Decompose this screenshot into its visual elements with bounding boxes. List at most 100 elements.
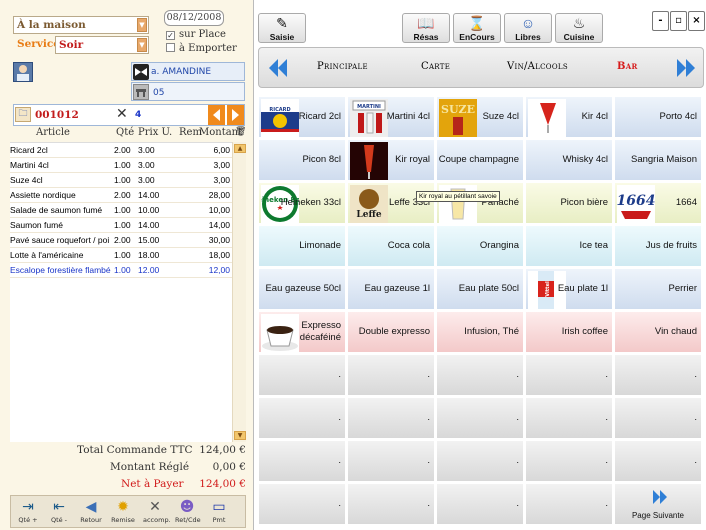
product-button[interactable]: Ice tea — [525, 225, 613, 267]
product-button[interactable]: RICARD Ricard 2cl — [258, 96, 346, 138]
empty-product-slot[interactable]: . — [347, 440, 435, 482]
product-button[interactable]: Kir royal — [347, 139, 435, 181]
table-row[interactable]: Escalope forestière flambé 1.00 12.00 12,00 — [10, 263, 232, 278]
empty-product-slot[interactable]: . — [525, 483, 613, 525]
cuisine-button[interactable]: ♨ Cuisine — [555, 13, 603, 43]
empty-product-slot[interactable]: . — [258, 354, 346, 396]
side-dish-button[interactable]: ✕ accomp. — [143, 498, 171, 527]
product-button[interactable]: Double expresso — [347, 311, 435, 353]
empty-product-slot[interactable]: . — [258, 440, 346, 482]
tab-carte[interactable]: Carte — [421, 61, 450, 72]
waiter-field[interactable]: a. AMANDINE — [131, 62, 245, 81]
table-row[interactable]: Lotte à l'américaine 1.00 18.00 18,00 — [10, 248, 232, 263]
product-button[interactable]: Irish coffee — [525, 311, 613, 353]
order-table-scrollbar[interactable]: ▲ ▼ — [232, 142, 246, 442]
row-amount: 18,00 — [208, 250, 230, 260]
table-row[interactable]: Saumon fumé 1.00 14.00 14,00 — [10, 218, 232, 233]
previous-order-button[interactable] — [208, 105, 225, 125]
libres-button[interactable]: ☺ Libres — [504, 13, 552, 43]
table-field[interactable]: 05 — [131, 82, 245, 101]
empty-product-slot[interactable]: . — [347, 483, 435, 525]
product-button[interactable]: Whisky 4cl — [525, 139, 613, 181]
table-row[interactable]: Salade de saumon fumé 1.00 10.00 10,00 — [10, 203, 232, 218]
date-field[interactable]: 08/12/2008 — [164, 10, 224, 26]
empty-product-slot[interactable]: . — [347, 354, 435, 396]
product-button[interactable]: Eau gazeuse 1l — [347, 268, 435, 310]
product-button[interactable]: Leffe Leffe 33cl — [347, 182, 435, 224]
product-button[interactable]: Jus de fruits — [614, 225, 702, 267]
qty-plus-button[interactable]: ⇥ Qté + — [16, 498, 40, 527]
empty-product-slot[interactable]: . — [436, 354, 524, 396]
product-button[interactable]: MARTINI Martini 4cl — [347, 96, 435, 138]
product-button[interactable]: Orangina — [436, 225, 524, 267]
empty-product-slot[interactable]: . — [525, 440, 613, 482]
trash-icon[interactable]: 🗑 — [235, 127, 246, 137]
empty-product-slot[interactable]: . — [258, 397, 346, 439]
table-row[interactable]: Assiette nordique 2.00 14.00 28,00 — [10, 188, 232, 203]
maximize-button[interactable]: ▫ — [670, 11, 687, 31]
encours-button[interactable]: ⌛ EnCours — [453, 13, 501, 43]
product-button[interactable]: Picon 8cl — [258, 139, 346, 181]
product-button[interactable]: Kir 4cl — [525, 96, 613, 138]
table-row[interactable]: Suze 4cl 1.00 3.00 3,00 — [10, 173, 232, 188]
client-avatar-icon[interactable] — [13, 62, 33, 82]
return-button[interactable]: ◀ Retour — [79, 498, 103, 527]
return-order-button[interactable]: ☻ Ret/Cde — [175, 498, 201, 527]
empty-product-slot[interactable]: . — [525, 397, 613, 439]
product-button[interactable]: Coca cola — [347, 225, 435, 267]
close-button[interactable]: × — [688, 11, 705, 31]
product-button[interactable]: Porto 4cl — [614, 96, 702, 138]
saisie-button[interactable]: ✎ Saisie — [258, 13, 306, 43]
empty-product-slot[interactable]: . — [614, 354, 702, 396]
tab-bar[interactable]: Bar — [617, 61, 638, 72]
empty-product-slot[interactable]: . — [258, 483, 346, 525]
chevron-down-icon[interactable]: ▼ — [137, 18, 147, 32]
sur-place-checkbox[interactable]: ✓ sur Place — [166, 29, 226, 40]
tab-principale[interactable]: Principale — [317, 61, 368, 72]
product-button[interactable]: Picon bière — [525, 182, 613, 224]
product-button[interactable]: Expresso décaféiné — [258, 311, 346, 353]
service-select[interactable]: Soir ▼ — [55, 36, 149, 54]
empty-product-slot[interactable]: . — [614, 397, 702, 439]
product-button[interactable]: 1664 1664 — [614, 182, 702, 224]
product-grid: RICARD Ricard 2cl MARTINI Martini 4cl SUZE Su… — [258, 96, 704, 530]
empty-product-slot[interactable]: . — [525, 354, 613, 396]
chevron-down-icon[interactable]: ▼ — [137, 38, 147, 52]
product-button[interactable]: Heineken BeerHeineken 33cl — [258, 182, 346, 224]
product-button[interactable]: Vittel Eau plate 1l — [525, 268, 613, 310]
next-category-button[interactable] — [673, 56, 699, 80]
product-button[interactable]: Vin chaud — [614, 311, 702, 353]
empty-product-slot[interactable]: . — [436, 397, 524, 439]
previous-category-button[interactable] — [265, 56, 291, 80]
scroll-down-icon[interactable]: ▼ — [234, 431, 246, 440]
product-button[interactable]: Limonade — [258, 225, 346, 267]
qty-minus-button[interactable]: ⇤ Qté - — [47, 498, 71, 527]
cuisine-label: Cuisine — [563, 32, 595, 42]
row-article: Salade de saumon fumé — [10, 205, 103, 215]
empty-product-slot[interactable]: . — [347, 397, 435, 439]
next-page-button[interactable]: Page Suivante — [614, 483, 702, 525]
product-button[interactable]: Eau gazeuse 50cl — [258, 268, 346, 310]
product-button[interactable]: Perrier — [614, 268, 702, 310]
product-button[interactable]: Sangria Maison — [614, 139, 702, 181]
discount-button[interactable]: ✹ Remise — [111, 498, 135, 527]
tab-vin-alcools[interactable]: Vin/Alcools — [507, 61, 568, 72]
table-row[interactable]: Ricard 2cl 2.00 3.00 6,00 — [10, 143, 232, 158]
resas-button[interactable]: 📖 Résas — [402, 13, 450, 43]
empty-product-slot[interactable]: . — [436, 483, 524, 525]
product-button[interactable]: Infusion, Thé — [436, 311, 524, 353]
table-row[interactable]: Pavé sauce roquefort / poi 2.00 15.00 30,00 — [10, 233, 232, 248]
location-select[interactable]: À la maison ▼ — [13, 16, 149, 34]
product-button[interactable]: Coupe champagne — [436, 139, 524, 181]
payment-button[interactable]: ▭ Pmt — [207, 498, 231, 527]
next-order-button[interactable] — [227, 105, 244, 125]
empty-product-slot[interactable]: . — [614, 440, 702, 482]
minimize-button[interactable]: - — [652, 11, 669, 31]
a-emporter-checkbox[interactable]: à Emporter — [166, 43, 237, 54]
product-button[interactable]: Eau plate 50cl — [436, 268, 524, 310]
empty-product-slot[interactable]: . — [436, 440, 524, 482]
product-button[interactable]: Panaché — [436, 182, 524, 224]
product-button[interactable]: SUZE Suze 4cl — [436, 96, 524, 138]
table-row[interactable]: Martini 4cl 1.00 3.00 3,00 — [10, 158, 232, 173]
scroll-up-icon[interactable]: ▲ — [234, 144, 246, 153]
